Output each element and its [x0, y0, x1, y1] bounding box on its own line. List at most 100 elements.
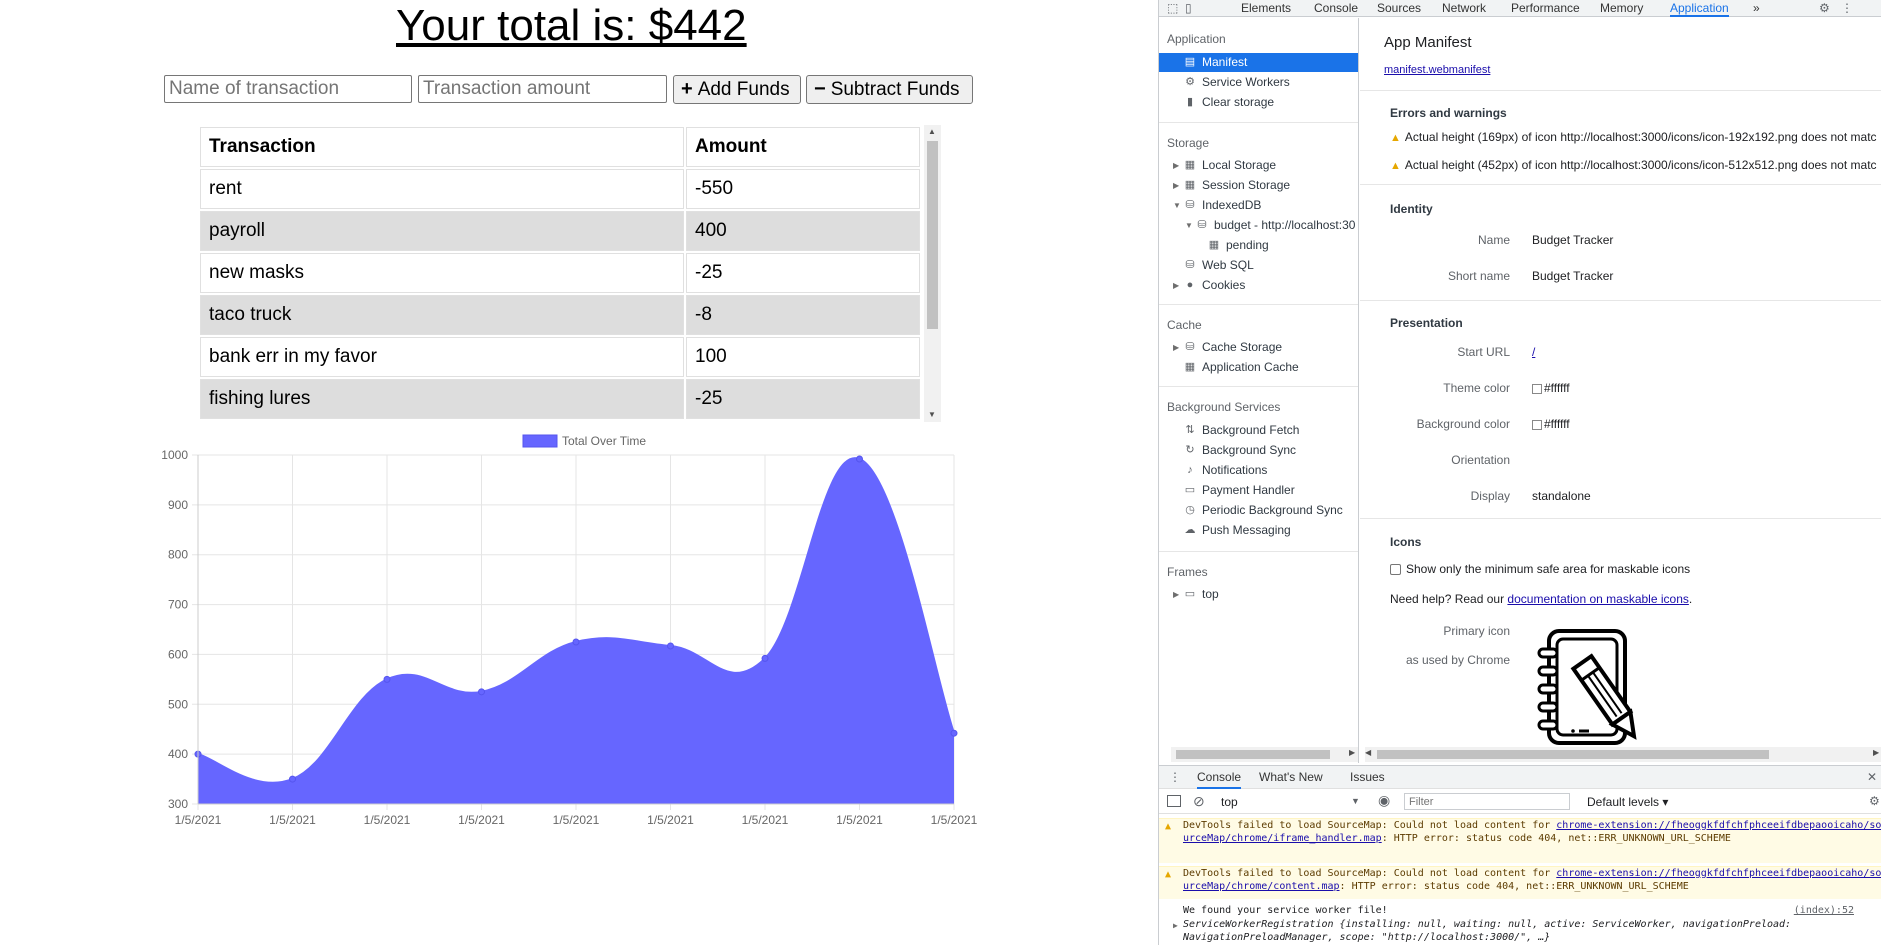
maskable-docs-link[interactable]: documentation on maskable icons — [1507, 592, 1688, 606]
close-drawer-icon[interactable]: ✕ — [1867, 770, 1877, 784]
console-settings-icon[interactable]: ⚙ — [1869, 794, 1880, 808]
eye-icon[interactable]: ◉ — [1378, 792, 1390, 809]
kebab-menu-icon[interactable]: ⋮ — [1841, 0, 1853, 17]
sidebar-item-periodic-background-sync[interactable]: ◷ Periodic Background Sync — [1159, 501, 1358, 520]
drawer-tab-whats-new[interactable]: What's New — [1259, 770, 1323, 784]
tab-sources[interactable]: Sources — [1377, 0, 1421, 17]
sidebar-item-notifications[interactable]: ♪ Notifications — [1159, 461, 1358, 480]
sidebar-item-session-storage[interactable]: ▶ ▦ Session Storage — [1159, 176, 1358, 195]
file-icon: ▤ — [1184, 56, 1196, 68]
device-toolbar-icon[interactable]: ▯ — [1185, 0, 1192, 17]
scroll-thumb[interactable] — [1176, 750, 1330, 759]
console-log: We found your service worker file! (inde… — [1159, 904, 1881, 918]
console-source-link[interactable]: (index):52 — [1794, 904, 1854, 917]
clear-console-icon[interactable]: ⊘ — [1193, 793, 1205, 810]
console-object[interactable]: ▶ ServiceWorkerRegistration {installing:… — [1159, 918, 1881, 945]
log-levels-dropdown[interactable]: Default levels ▾ — [1587, 795, 1668, 809]
sidebar-horizontal-scrollbar[interactable]: ▶ — [1171, 747, 1358, 762]
sidebar-item-label: Local Storage — [1202, 158, 1277, 172]
database-icon: ⛁ — [1185, 259, 1195, 271]
more-tabs-icon[interactable]: » — [1753, 0, 1760, 17]
expand-arrow-icon[interactable]: ▶ — [1173, 156, 1179, 175]
sidebar-item-cookies[interactable]: ▶ ● Cookies — [1159, 276, 1358, 295]
expand-arrow-icon[interactable]: ▶ — [1173, 585, 1179, 604]
tab-application[interactable]: Application — [1670, 0, 1729, 17]
sidebar-section-application: Application — [1167, 32, 1226, 46]
subtract-funds-label: Subtract Funds — [830, 78, 960, 100]
expand-arrow-icon[interactable]: ▶ — [1173, 338, 1179, 357]
sidebar-item-pending-store[interactable]: ▦ pending — [1159, 236, 1358, 255]
manifest-panel: App Manifest manifest.webmanifest Errors… — [1360, 18, 1881, 763]
sidebar-item-indexeddb[interactable]: ▼ ⛁ IndexedDB — [1159, 196, 1358, 215]
color-swatch[interactable] — [1532, 383, 1542, 394]
start-url-link[interactable]: / — [1532, 345, 1535, 359]
tab-elements[interactable]: Elements — [1241, 0, 1291, 17]
scroll-down-icon[interactable]: ▼ — [928, 410, 936, 419]
warning-text: Actual height (169px) of icon http://loc… — [1404, 130, 1877, 144]
sidebar-item-budget-db[interactable]: ▼ ⛁ budget - http://localhost:30 — [1159, 216, 1358, 235]
expand-arrow-icon[interactable]: ▶ — [1173, 276, 1179, 295]
sidebar-item-service-workers[interactable]: ⚙ Service Workers — [1159, 73, 1358, 92]
warning-text: Actual height (452px) of icon http://loc… — [1404, 158, 1877, 172]
sidebar-item-background-fetch[interactable]: ⇅ Background Fetch — [1159, 421, 1358, 440]
expand-arrow-icon[interactable]: ▶ — [1173, 919, 1178, 932]
console-filter-input[interactable] — [1404, 793, 1570, 810]
sidebar-item-label: Manifest — [1202, 55, 1248, 69]
subtract-funds-button[interactable]: − Subtract Funds — [806, 75, 973, 104]
color-swatch[interactable] — [1532, 419, 1542, 430]
legend-label: Total Over Time — [562, 434, 646, 448]
sidebar-item-clear-storage[interactable]: ▮ Clear storage — [1159, 93, 1358, 112]
sidebar-item-cache-storage[interactable]: ▶ ⛁ Cache Storage — [1159, 338, 1358, 357]
sidebar-item-web-sql[interactable]: ⛁ Web SQL — [1159, 256, 1358, 275]
drawer-tab-issues[interactable]: Issues — [1350, 770, 1385, 784]
sidebar-item-manifest[interactable]: ▤ Manifest — [1159, 53, 1358, 72]
transaction-amount-input[interactable] — [418, 75, 667, 103]
inspect-icon[interactable]: ⬚ — [1167, 0, 1178, 17]
sidebar-item-local-storage[interactable]: ▶ ▦ Local Storage — [1159, 156, 1358, 175]
gear-icon[interactable]: ⚙ — [1819, 0, 1830, 17]
sidebar-item-payment-handler[interactable]: ▭ Payment Handler — [1159, 481, 1358, 500]
presentation-heading: Presentation — [1390, 316, 1463, 330]
main-horizontal-scrollbar[interactable]: ◀ ▶ — [1365, 747, 1881, 762]
section-divider — [1360, 90, 1881, 91]
table-row: fishing lures -25 — [200, 379, 920, 419]
collapse-arrow-icon[interactable]: ▼ — [1173, 196, 1181, 215]
frame-icon: ▭ — [1184, 588, 1196, 600]
context-dropdown-icon[interactable]: ▼ — [1351, 796, 1360, 806]
transactions-table-container[interactable]: Transaction Amount rent -550 payroll 400 n… — [198, 125, 941, 422]
sidebar-item-top-frame[interactable]: ▶ ▭ top — [1159, 585, 1358, 604]
tab-memory[interactable]: Memory — [1600, 0, 1643, 17]
scroll-right-icon[interactable]: ▶ — [1873, 748, 1879, 757]
devtools-panel: ⬚ ▯ Elements Console Sources Network Per… — [1158, 0, 1881, 945]
expand-arrow-icon[interactable]: ▶ — [1173, 176, 1179, 195]
arrows-icon: ⇅ — [1185, 424, 1195, 436]
scroll-right-icon[interactable]: ▶ — [1349, 748, 1355, 757]
maskable-checkbox[interactable] — [1390, 564, 1401, 576]
scroll-left-icon[interactable]: ◀ — [1365, 748, 1371, 757]
sidebar-item-application-cache[interactable]: ▦ Application Cache — [1159, 358, 1358, 377]
sidebar-toggle-icon[interactable] — [1167, 795, 1181, 807]
manifest-link[interactable]: manifest.webmanifest — [1384, 64, 1490, 76]
y-tick-label: 1000 — [161, 448, 188, 462]
maskable-checkbox-row[interactable]: Show only the minimum safe area for mask… — [1390, 562, 1690, 576]
sidebar-item-background-sync[interactable]: ↻ Background Sync — [1159, 441, 1358, 460]
sidebar-item-push-messaging[interactable]: ☁ Push Messaging — [1159, 521, 1358, 540]
warning-icon: ▲ — [1165, 869, 1172, 880]
transaction-name-input[interactable] — [164, 75, 412, 103]
drawer-menu-icon[interactable]: ⋮ — [1169, 770, 1181, 784]
context-selector[interactable]: top — [1221, 795, 1238, 809]
scroll-thumb[interactable] — [1377, 750, 1769, 759]
add-funds-button[interactable]: + Add Funds — [673, 75, 801, 104]
tab-performance[interactable]: Performance — [1511, 0, 1580, 17]
collapse-arrow-icon[interactable]: ▼ — [1185, 216, 1193, 235]
sidebar-item-label: budget - http://localhost:30 — [1214, 218, 1356, 232]
scroll-up-icon[interactable]: ▲ — [928, 127, 936, 136]
x-tick-label: 1/5/2021 — [458, 813, 505, 827]
table-scroll-thumb[interactable] — [927, 141, 938, 329]
row-amount: 100 — [686, 337, 920, 377]
tab-network[interactable]: Network — [1442, 0, 1486, 17]
table-scrollbar[interactable]: ▲ ▼ — [924, 125, 941, 422]
drawer-tab-console[interactable]: Console — [1197, 770, 1242, 789]
tab-console[interactable]: Console — [1314, 0, 1358, 17]
sidebar-item-label: Background Fetch — [1202, 423, 1300, 437]
